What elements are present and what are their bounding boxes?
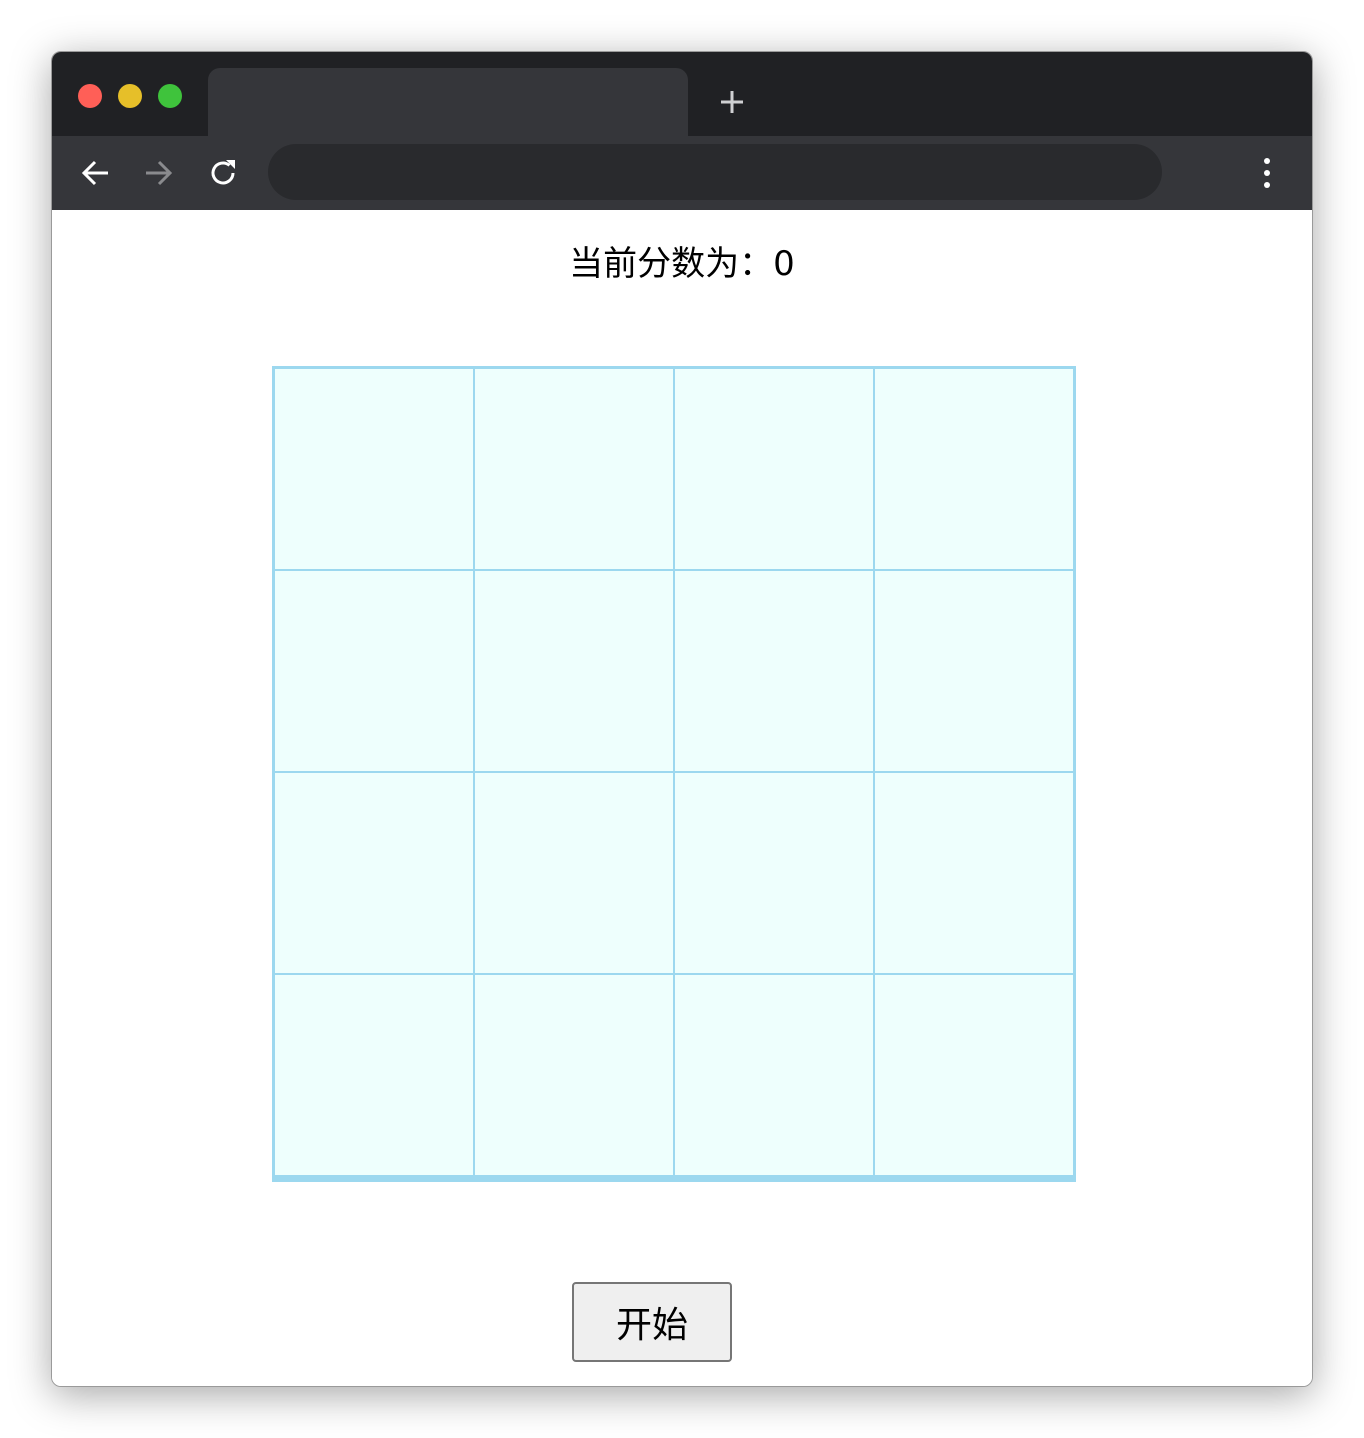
board-cell [474, 772, 674, 974]
browser-toolbar [52, 136, 1312, 210]
maximize-window-button[interactable] [158, 84, 182, 108]
board-cell [674, 570, 874, 772]
board-cell [874, 772, 1074, 974]
board-cell [274, 570, 474, 772]
browser-window: 当前分数为：0 开始 [51, 51, 1313, 1387]
back-button[interactable] [78, 156, 112, 190]
score-display: 当前分数为：0 [569, 244, 795, 284]
close-window-button[interactable] [78, 84, 102, 108]
board-cell [874, 570, 1074, 772]
board-cell [874, 368, 1074, 570]
game-board [272, 366, 1076, 1182]
forward-button[interactable] [142, 156, 176, 190]
board-cell [474, 368, 674, 570]
board-cell [274, 772, 474, 974]
board-cell [274, 974, 474, 1176]
browser-menu-button[interactable] [1250, 156, 1284, 190]
tab-bar [52, 52, 1312, 136]
minimize-window-button[interactable] [118, 84, 142, 108]
board-cell [674, 772, 874, 974]
plus-icon [721, 91, 743, 113]
browser-tab[interactable] [208, 68, 688, 136]
reload-button[interactable] [206, 156, 240, 190]
reload-icon [211, 160, 235, 185]
page-content: 当前分数为：0 开始 [52, 210, 1312, 1386]
new-tab-button[interactable] [716, 86, 748, 118]
board-cell [874, 974, 1074, 1176]
board-cell [274, 368, 474, 570]
board-cell [674, 974, 874, 1176]
start-button[interactable]: 开始 [572, 1282, 732, 1362]
board-cell [474, 570, 674, 772]
address-bar[interactable] [268, 144, 1162, 200]
board-cell [674, 368, 874, 570]
arrow-right-icon [146, 160, 173, 186]
board-cell [474, 974, 674, 1176]
arrow-left-icon [81, 160, 108, 186]
kebab-menu-icon [1264, 158, 1270, 188]
